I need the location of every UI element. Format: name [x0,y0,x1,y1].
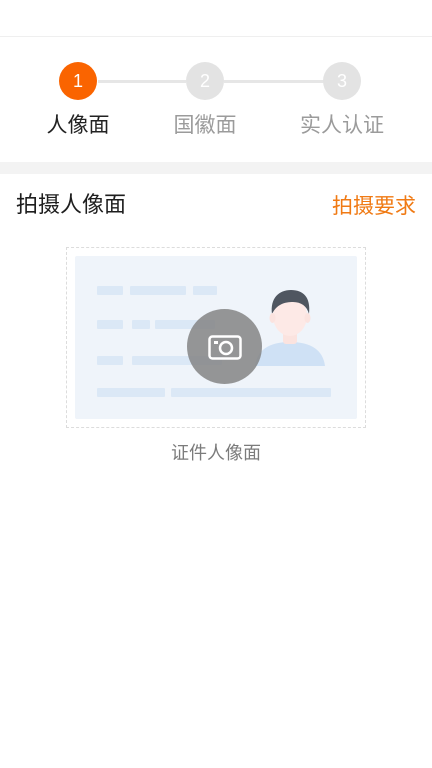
top-bar [0,0,432,37]
step-label: 实人认证 [300,113,384,137]
step-number-badge: 3 [323,62,361,100]
camera-icon [207,334,242,360]
step-label: 人像面 [46,113,110,137]
capture-caption: 证件人像面 [171,443,261,464]
card-line [193,286,217,295]
step-face-verification: 3 实人认证 [282,62,402,139]
section-divider [0,162,432,174]
step-emblem-side: 2 国徽面 [145,62,265,139]
section-title: 拍摄人像面 [16,193,127,218]
card-line [97,286,123,295]
card-line [97,388,165,397]
step-portrait-side: 1 人像面 [18,62,138,139]
id-card-illustration [75,256,357,419]
section-header: 拍摄人像面 拍摄要求 [0,174,432,238]
step-number-badge: 2 [186,62,224,100]
camera-icon-button [187,309,262,384]
card-line [130,286,186,295]
card-line [97,356,123,365]
progress-stepper: 1 人像面 2 国徽面 3 实人认证 [0,36,432,162]
id-verification-page: 1 人像面 2 国徽面 3 实人认证 拍摄人像面 拍摄要求 证件人像面 [0,0,432,768]
card-line [171,388,331,397]
step-number-badge: 1 [59,62,97,100]
shooting-requirements-link[interactable]: 拍摄要求 [332,192,416,220]
card-line [97,320,123,329]
capture-portrait-side-button[interactable] [66,247,366,428]
step-label: 国徽面 [173,113,237,137]
card-line [132,320,150,329]
